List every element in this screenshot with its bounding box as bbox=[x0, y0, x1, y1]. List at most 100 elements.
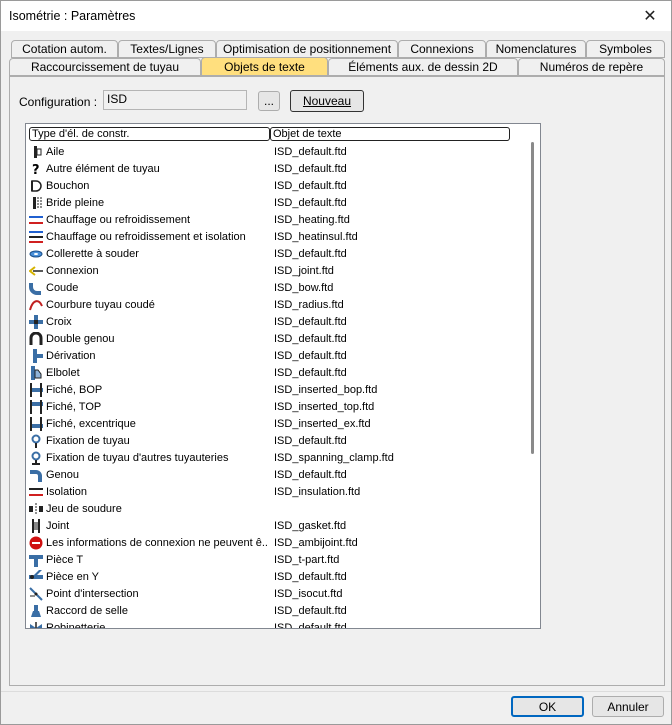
list-item-type: Robinetterie bbox=[46, 622, 106, 629]
list-item[interactable]: Fixation de tuyau ISD_default.ftd bbox=[26, 433, 532, 450]
list-item[interactable]: Joint ISD_gasket.ftd bbox=[26, 518, 532, 535]
knee-icon bbox=[29, 468, 43, 482]
tab-symboles[interactable]: Symboles bbox=[586, 40, 665, 58]
list-item[interactable]: Elbolet ISD_default.ftd bbox=[26, 365, 532, 382]
flange-icon bbox=[29, 145, 43, 159]
window-title: Isométrie : Paramètres bbox=[9, 9, 136, 23]
list-item-type: Genou bbox=[46, 469, 80, 481]
list-item-type: Point d'intersection bbox=[46, 588, 139, 600]
scrollbar-thumb[interactable] bbox=[531, 142, 534, 454]
list-rows: Aile ISD_default.ftd? Autre élément de tuy… bbox=[26, 144, 532, 629]
tab-connexions[interactable]: Connexions bbox=[398, 40, 486, 58]
inserted-bop-icon bbox=[29, 383, 43, 397]
list-item-text-object: ISD_joint.ftd bbox=[274, 265, 334, 277]
tab-optimisation[interactable]: Optimisation de positionnement bbox=[216, 40, 398, 58]
list-item[interactable]: Chauffage ou refroidissement ISD_heating.… bbox=[26, 212, 532, 229]
tab-objets-de-texte[interactable]: Objets de texte bbox=[201, 57, 328, 76]
column-header-text-object[interactable]: Objet de texte bbox=[270, 127, 510, 141]
column-header-type[interactable]: Type d'él. de constr. bbox=[29, 127, 270, 141]
list-item[interactable]: Dérivation ISD_default.ftd bbox=[26, 348, 532, 365]
list-item-type: Dérivation bbox=[46, 350, 96, 362]
list-item[interactable]: Double genou ISD_default.ftd bbox=[26, 331, 532, 348]
list-item-text-object: ISD_default.ftd bbox=[274, 316, 347, 328]
list-item-type: Jeu de soudure bbox=[46, 503, 122, 515]
tab-elements-aux[interactable]: Éléments aux. de dessin 2D bbox=[328, 58, 518, 76]
list-item-text-object: ISD_t-part.ftd bbox=[274, 554, 340, 566]
list-item-type: Croix bbox=[46, 316, 72, 328]
intersection-icon bbox=[29, 587, 43, 601]
list-item-type: Connexion bbox=[46, 265, 99, 277]
list-item[interactable]: Raccord de selle ISD_default.ftd bbox=[26, 603, 532, 620]
list-item[interactable]: ? Autre élément de tuyau ISD_default.ftd bbox=[26, 161, 532, 178]
list-item-text-object: ISD_default.ftd bbox=[274, 469, 347, 481]
list-item-text-object: ISD_radius.ftd bbox=[274, 299, 344, 311]
list-item-text-object: ISD_inserted_bop.ftd bbox=[274, 384, 378, 396]
list-item-text-object: ISD_default.ftd bbox=[274, 435, 347, 447]
elbolet-icon bbox=[29, 366, 43, 380]
weld-gap-icon bbox=[29, 502, 43, 516]
list-item[interactable]: Robinetterie ISD_default.ftd bbox=[26, 620, 532, 629]
list-item[interactable]: Fixation de tuyau d'autres tuyauteries IS… bbox=[26, 450, 532, 467]
list-item[interactable]: Genou ISD_default.ftd bbox=[26, 467, 532, 484]
list-item-text-object: ISD_default.ftd bbox=[274, 146, 347, 158]
tab-raccourcissement[interactable]: Raccourcissement de tuyau bbox=[9, 58, 201, 76]
list-item[interactable]: Fiché, excentrique ISD_inserted_ex.ftd bbox=[26, 416, 532, 433]
list-item-text-object: ISD_default.ftd bbox=[274, 605, 347, 617]
list-item[interactable]: Courbure tuyau coudé ISD_radius.ftd bbox=[26, 297, 532, 314]
close-button[interactable]: ✕ bbox=[635, 5, 665, 27]
list-item[interactable]: Fiché, TOP ISD_inserted_top.ftd bbox=[26, 399, 532, 416]
list-item[interactable]: Point d'intersection ISD_isocut.ftd bbox=[26, 586, 532, 603]
browse-button[interactable]: ... bbox=[258, 91, 280, 111]
ok-button[interactable]: OK bbox=[511, 696, 584, 717]
element-list[interactable]: Type d'él. de constr. Objet de texte Ail… bbox=[25, 123, 541, 629]
branch-icon bbox=[29, 349, 43, 363]
list-item-text-object: ISD_ambijoint.ftd bbox=[274, 537, 358, 549]
list-item[interactable]: Chauffage ou refroidissement et isolatio… bbox=[26, 229, 532, 246]
list-item-type: Autre élément de tuyau bbox=[46, 163, 160, 175]
list-item-type: Pièce T bbox=[46, 554, 84, 566]
list-item-type: Chauffage ou refroidissement et isolatio… bbox=[46, 231, 246, 243]
configuration-field[interactable]: ISD bbox=[103, 90, 247, 110]
list-item[interactable]: Les informations de connexion ne peuvent… bbox=[26, 535, 532, 552]
tab-nomenclatures[interactable]: Nomenclatures bbox=[486, 40, 586, 58]
list-item[interactable]: Pièce T ISD_t-part.ftd bbox=[26, 552, 532, 569]
list-item-text-object: ISD_default.ftd bbox=[274, 367, 347, 379]
svg-text:?: ? bbox=[32, 163, 40, 176]
footer-divider bbox=[1, 691, 671, 692]
list-item[interactable]: Bouchon ISD_default.ftd bbox=[26, 178, 532, 195]
tab-textes-lignes[interactable]: Textes/Lignes bbox=[118, 40, 216, 58]
list-item-type: Raccord de selle bbox=[46, 605, 128, 617]
list-item[interactable]: Pièce en Y ISD_default.ftd bbox=[26, 569, 532, 586]
list-item[interactable]: Coude ISD_bow.ftd bbox=[26, 280, 532, 297]
list-item[interactable]: Croix ISD_default.ftd bbox=[26, 314, 532, 331]
list-item[interactable]: Isolation ISD_insulation.ftd bbox=[26, 484, 532, 501]
list-item-type: Pièce en Y bbox=[46, 571, 100, 583]
list-item[interactable]: Jeu de soudure bbox=[26, 501, 532, 518]
nouveau-button[interactable]: Nouveau bbox=[290, 90, 364, 112]
list-item[interactable]: Collerette à souder ISD_default.ftd bbox=[26, 246, 532, 263]
list-item[interactable]: Connexion ISD_joint.ftd bbox=[26, 263, 532, 280]
list-item-text-object: ISD_spanning_clamp.ftd bbox=[274, 452, 394, 464]
pipe-clamp-icon bbox=[29, 434, 43, 448]
list-item-type: Fiché, BOP bbox=[46, 384, 103, 396]
list-item-type: Isolation bbox=[46, 486, 87, 498]
inserted-top-icon bbox=[29, 400, 43, 414]
dialog-window: Isométrie : Paramètres ✕ Cotation autom.… bbox=[0, 0, 672, 725]
tab-cotation-autom[interactable]: Cotation autom. bbox=[11, 40, 118, 58]
elbow-icon bbox=[29, 281, 43, 295]
list-item[interactable]: Bride pleine ISD_default.ftd bbox=[26, 195, 532, 212]
list-item-text-object: ISD_default.ftd bbox=[274, 197, 347, 209]
bend-icon bbox=[29, 298, 43, 312]
inserted-eccentric-icon bbox=[29, 417, 43, 431]
list-item-text-object: ISD_insulation.ftd bbox=[274, 486, 361, 498]
weld-collar-icon bbox=[29, 247, 43, 261]
cancel-button[interactable]: Annuler bbox=[592, 696, 664, 717]
list-item-text-object: ISD_heatinsul.ftd bbox=[274, 231, 358, 243]
list-item[interactable]: Aile ISD_default.ftd bbox=[26, 144, 532, 161]
saddle-icon bbox=[29, 604, 43, 618]
tab-numeros-de-repere[interactable]: Numéros de repère bbox=[518, 58, 665, 76]
heating-insulation-icon bbox=[29, 230, 43, 244]
list-item-text-object: ISD_default.ftd bbox=[274, 163, 347, 175]
list-item-text-object: ISD_inserted_top.ftd bbox=[274, 401, 375, 413]
list-item[interactable]: Fiché, BOP ISD_inserted_bop.ftd bbox=[26, 382, 532, 399]
